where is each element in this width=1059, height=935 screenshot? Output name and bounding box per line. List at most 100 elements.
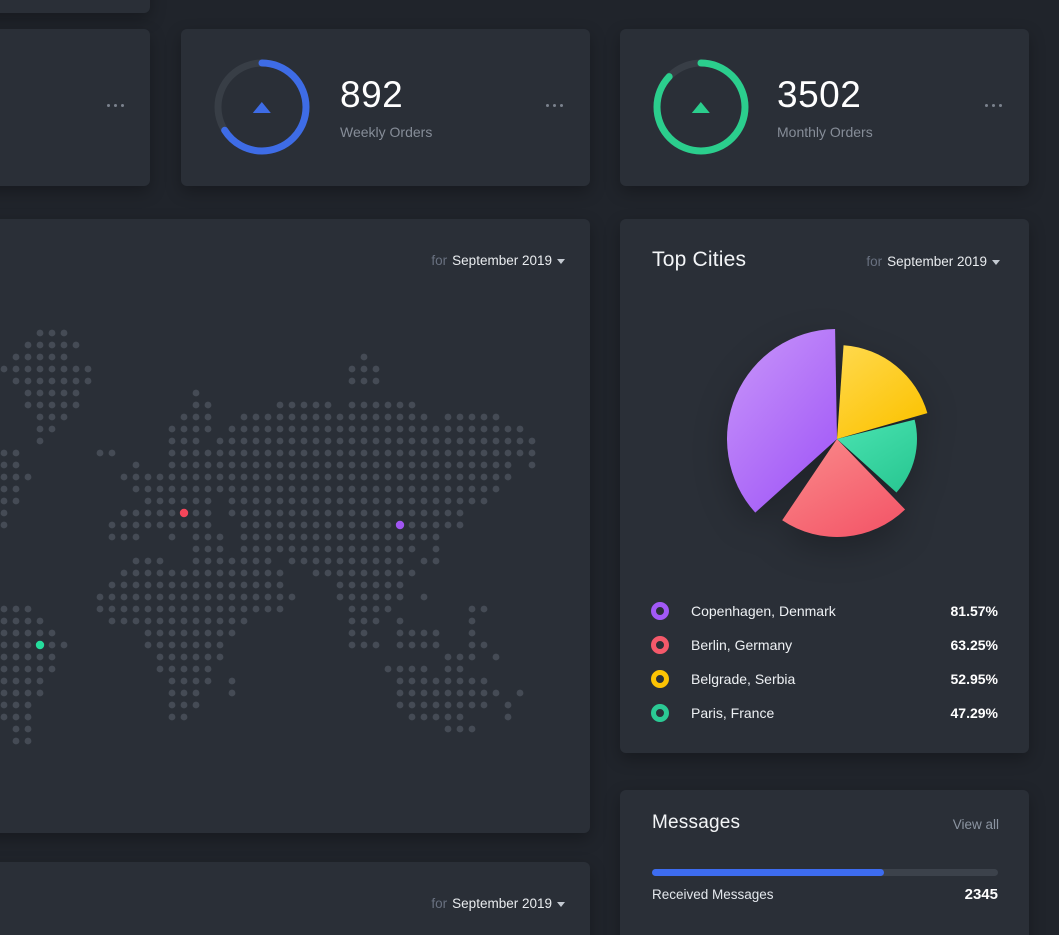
map-dot xyxy=(205,630,212,637)
map-dot xyxy=(217,594,224,601)
map-dot xyxy=(241,546,248,553)
map-dot xyxy=(73,378,80,385)
map-dot xyxy=(217,558,224,565)
map-dot xyxy=(229,498,236,505)
map-dot xyxy=(325,426,332,433)
map-dot xyxy=(493,438,500,445)
map-dot xyxy=(289,558,296,565)
card-menu-icon[interactable] xyxy=(101,98,130,113)
map-city-marker[interactable] xyxy=(396,521,404,529)
map-dot xyxy=(373,534,380,541)
map-dot xyxy=(25,366,32,373)
map-dot xyxy=(205,510,212,517)
map-dot xyxy=(373,522,380,529)
map-dot xyxy=(217,582,224,589)
map-dot xyxy=(373,426,380,433)
map-dot xyxy=(349,450,356,457)
map-dot xyxy=(1,690,8,697)
map-dot xyxy=(457,690,464,697)
legend-ring-icon xyxy=(651,704,669,722)
period-prefix: for xyxy=(866,254,882,269)
map-city-marker[interactable] xyxy=(180,509,188,517)
map-dot xyxy=(49,642,56,649)
map-dot xyxy=(421,438,428,445)
legend-percent-value: 52.95% xyxy=(951,671,998,687)
map-dot xyxy=(457,522,464,529)
map-dot xyxy=(457,498,464,505)
map-dot xyxy=(505,438,512,445)
map-dot xyxy=(433,714,440,721)
map-dot xyxy=(337,498,344,505)
map-dot xyxy=(337,594,344,601)
map-dot xyxy=(205,594,212,601)
map-dot xyxy=(361,450,368,457)
map-dot xyxy=(241,570,248,577)
map-dot xyxy=(277,486,284,493)
map-dot xyxy=(145,618,152,625)
map-dot xyxy=(349,642,356,649)
map-dot xyxy=(277,594,284,601)
map-dot xyxy=(37,342,44,349)
map-dot xyxy=(205,498,212,505)
map-dot xyxy=(253,558,260,565)
map-dot xyxy=(169,462,176,469)
map-dot xyxy=(109,618,116,625)
map-dot xyxy=(61,378,68,385)
map-dot xyxy=(469,474,476,481)
map-dot xyxy=(313,450,320,457)
card-menu-icon[interactable] xyxy=(540,98,569,113)
map-dot xyxy=(1,462,8,469)
map-dot xyxy=(25,642,32,649)
map-dot xyxy=(217,450,224,457)
map-city-marker[interactable] xyxy=(36,641,44,649)
map-dot xyxy=(421,642,428,649)
map-dot xyxy=(193,558,200,565)
map-dot xyxy=(13,462,20,469)
map-dot xyxy=(253,546,260,553)
map-dot xyxy=(361,426,368,433)
map-dot xyxy=(13,618,20,625)
map-dot xyxy=(1,474,8,481)
map-dot xyxy=(169,570,176,577)
weekly-orders-label: Weekly Orders xyxy=(340,124,432,140)
map-dot xyxy=(349,474,356,481)
map-dot xyxy=(373,642,380,649)
period-dropdown[interactable]: for September 2019 xyxy=(866,254,1000,269)
map-dot xyxy=(289,522,296,529)
map-dot xyxy=(1,366,8,373)
map-dot xyxy=(301,510,308,517)
map-dot xyxy=(445,450,452,457)
map-dot xyxy=(397,570,404,577)
map-dot xyxy=(517,438,524,445)
map-dot xyxy=(385,594,392,601)
map-dot xyxy=(121,618,128,625)
map-dot xyxy=(277,534,284,541)
map-dot xyxy=(241,426,248,433)
map-dot xyxy=(1,450,8,457)
map-dot xyxy=(517,426,524,433)
map-dot xyxy=(481,690,488,697)
map-dot xyxy=(325,402,332,409)
map-dot xyxy=(325,474,332,481)
card-menu-icon[interactable] xyxy=(979,98,1008,113)
period-dropdown[interactable]: for September 2019 xyxy=(431,896,565,911)
map-dot xyxy=(229,558,236,565)
map-dot xyxy=(445,474,452,481)
map-dot xyxy=(25,390,32,397)
map-dot xyxy=(253,522,260,529)
view-all-link[interactable]: View all xyxy=(953,817,999,832)
map-dot xyxy=(133,534,140,541)
map-dot xyxy=(157,486,164,493)
map-dot xyxy=(373,474,380,481)
map-dot xyxy=(61,390,68,397)
map-dot xyxy=(205,474,212,481)
map-dot xyxy=(25,618,32,625)
map-dot xyxy=(409,714,416,721)
map-dot xyxy=(157,594,164,601)
map-dot xyxy=(253,438,260,445)
map-dot xyxy=(157,474,164,481)
map-dot xyxy=(313,498,320,505)
map-dot xyxy=(469,486,476,493)
map-dot xyxy=(385,582,392,589)
map-dot xyxy=(265,570,272,577)
